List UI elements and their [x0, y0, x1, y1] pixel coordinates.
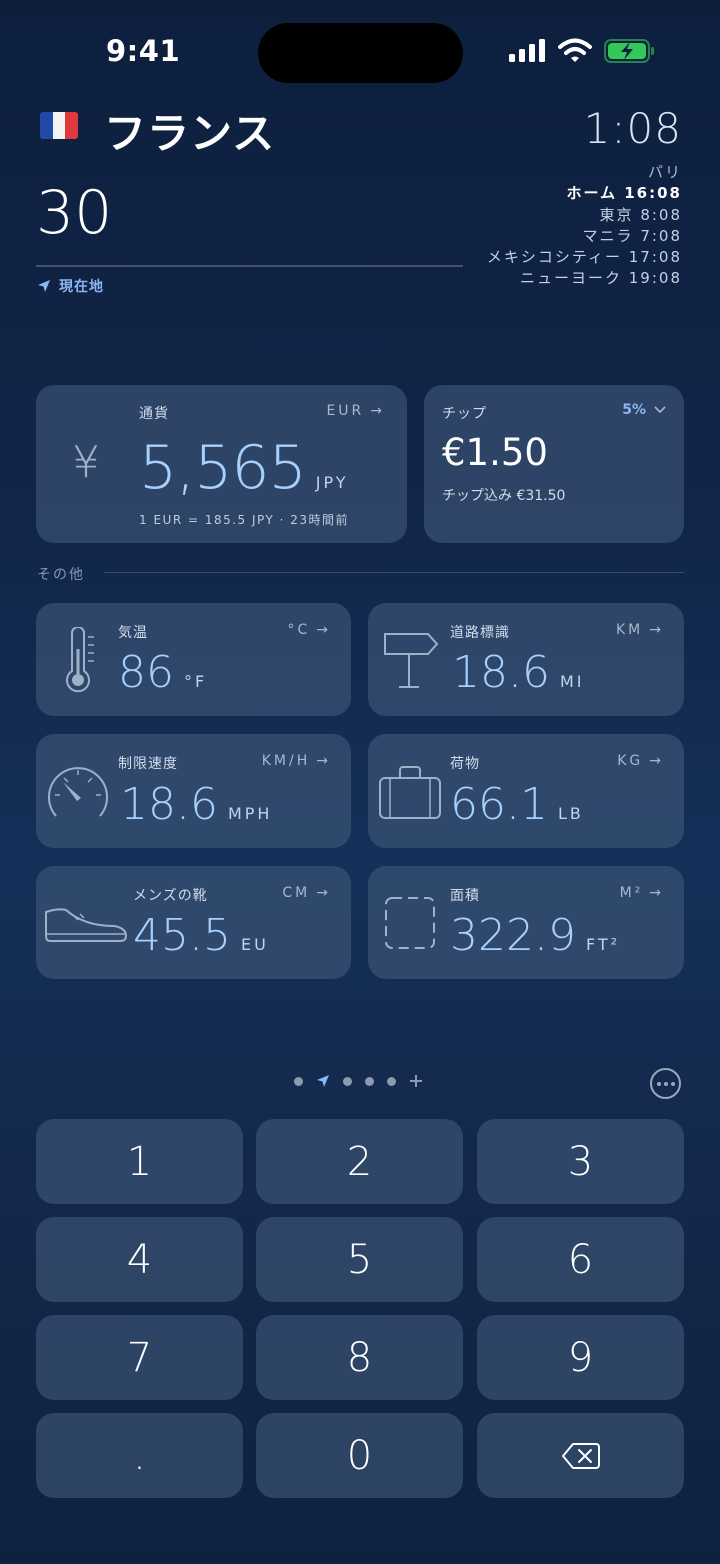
location-arrow-icon[interactable] — [316, 1074, 330, 1088]
wifi-icon — [558, 38, 592, 62]
arrow-right-icon: → — [649, 885, 664, 901]
arrow-right-icon: → — [316, 753, 331, 769]
key-5[interactable]: 5 — [256, 1217, 463, 1302]
area-icon — [385, 897, 435, 949]
tip-label: チップ — [442, 406, 487, 422]
input-underline — [36, 265, 463, 267]
more-icon — [656, 1081, 661, 1086]
clock-row: メキシコシティー 17:08 — [486, 248, 682, 267]
converter-label: 道路標識 — [450, 625, 510, 641]
currency-unit-switch[interactable]: EUR → — [326, 403, 385, 419]
unit-switch[interactable]: KM/H → — [262, 753, 331, 769]
unit-switch[interactable]: M² → — [620, 885, 664, 901]
arrow-right-icon: → — [316, 622, 331, 638]
converter-label: メンズの靴 — [133, 888, 208, 904]
key-3[interactable]: 3 — [477, 1119, 684, 1204]
converter-label: 面積 — [450, 888, 480, 904]
more-options-button[interactable] — [650, 1068, 681, 1099]
backspace-icon — [561, 1442, 600, 1469]
converter-value: 66.1 LB — [450, 779, 584, 830]
tip-card[interactable]: チップ 5% €1.50 チップ込み €31.50 — [424, 385, 684, 543]
key-decimal[interactable]: . — [36, 1413, 243, 1498]
current-location-label: 現在地 — [59, 279, 104, 295]
clock-row: ニューヨーク 19:08 — [519, 269, 682, 288]
key-6[interactable]: 6 — [477, 1217, 684, 1302]
converter-value: 86 °F — [118, 647, 208, 698]
speedometer-icon — [48, 767, 108, 817]
key-9[interactable]: 9 — [477, 1315, 684, 1400]
chevron-down-icon — [654, 406, 666, 414]
page-dot[interactable] — [294, 1076, 303, 1086]
tip-total: チップ込み €31.50 — [442, 488, 566, 504]
location-arrow-icon — [38, 280, 50, 292]
clock-row: マニラ 7:08 — [582, 226, 682, 245]
local-time: 1:08 — [583, 104, 682, 153]
key-0[interactable]: 0 — [256, 1413, 463, 1498]
country-title[interactable]: フランス — [104, 100, 275, 161]
arrow-right-icon: → — [370, 403, 385, 419]
backspace-key[interactable] — [477, 1413, 684, 1498]
unit-switch[interactable]: CM → — [282, 885, 331, 901]
converter-value: 18.6 MI — [452, 647, 585, 698]
thermometer-icon — [66, 627, 94, 693]
signpost-icon — [384, 633, 439, 688]
area-card[interactable]: 面積 M² → 322.9 FT² — [368, 866, 684, 979]
currency-value: 5,565 JPY — [139, 433, 349, 503]
world-clocks[interactable]: パリ ホーム 16:08 東京 8:08 マニラ 7:08 メキシコシティー 1… — [487, 162, 682, 290]
converter-label: 制限速度 — [118, 756, 178, 772]
tip-amount: €1.50 — [442, 431, 548, 474]
currency-card[interactable]: ¥ 通貨 EUR → 5,565 JPY 1 EUR = 185.5 JPY · … — [36, 385, 407, 543]
road-sign-card[interactable]: 道路標識 KM → 18.6 MI — [368, 603, 684, 716]
shoe-icon — [45, 908, 128, 942]
status-icons — [508, 38, 656, 64]
exchange-rate: 1 EUR = 185.5 JPY · 23時間前 — [139, 513, 350, 527]
currency-label: 通貨 — [139, 406, 169, 422]
temperature-card[interactable]: 気温 °C → 86 °F — [36, 603, 351, 716]
france-flag-icon[interactable] — [40, 112, 78, 139]
key-2[interactable]: 2 — [256, 1119, 463, 1204]
key-7[interactable]: 7 — [36, 1315, 243, 1400]
mens-shoes-card[interactable]: メンズの靴 CM → 45.5 EU — [36, 866, 351, 979]
signal-icon — [509, 39, 545, 62]
converter-label: 気温 — [118, 625, 148, 641]
key-8[interactable]: 8 — [256, 1315, 463, 1400]
arrow-right-icon: → — [649, 622, 664, 638]
unit-switch[interactable]: °C → — [287, 622, 331, 638]
clock-row: パリ — [647, 163, 682, 181]
converter-value: 45.5 EU — [133, 910, 269, 961]
section-label-other: その他 — [37, 567, 85, 583]
converter-label: 荷物 — [450, 756, 480, 772]
unit-switch[interactable]: KM → — [616, 622, 664, 638]
unit-switch[interactable]: KG → — [617, 753, 664, 769]
page-dot[interactable] — [365, 1076, 374, 1086]
clock-row: 東京 8:08 — [599, 205, 682, 224]
page-dot[interactable] — [387, 1076, 396, 1086]
yen-icon: ¥ — [72, 437, 100, 488]
amount-input[interactable]: 30 — [36, 178, 112, 248]
section-divider — [104, 572, 684, 573]
key-4[interactable]: 4 — [36, 1217, 243, 1302]
arrow-right-icon: → — [649, 753, 664, 769]
clock-row: ホーム 16:08 — [566, 184, 682, 203]
status-time: 9:41 — [106, 34, 181, 68]
battery-charging-icon — [604, 39, 654, 63]
page-dot[interactable] — [343, 1076, 352, 1086]
speed-limit-card[interactable]: 制限速度 KM/H → 18.6 MPH — [36, 734, 351, 848]
page-indicator[interactable] — [294, 1074, 423, 1088]
current-location-button[interactable]: 現在地 — [37, 276, 104, 296]
plus-icon[interactable] — [409, 1074, 423, 1088]
tip-percent-select[interactable]: 5% — [622, 402, 666, 418]
luggage-card[interactable]: 荷物 KG → 66.1 LB — [368, 734, 684, 848]
arrow-right-icon: → — [316, 885, 331, 901]
dynamic-island — [258, 23, 463, 83]
converter-value: 18.6 MPH — [120, 779, 273, 830]
converter-value: 322.9 FT² — [450, 910, 621, 961]
key-1[interactable]: 1 — [36, 1119, 243, 1204]
suitcase-icon — [379, 766, 441, 819]
